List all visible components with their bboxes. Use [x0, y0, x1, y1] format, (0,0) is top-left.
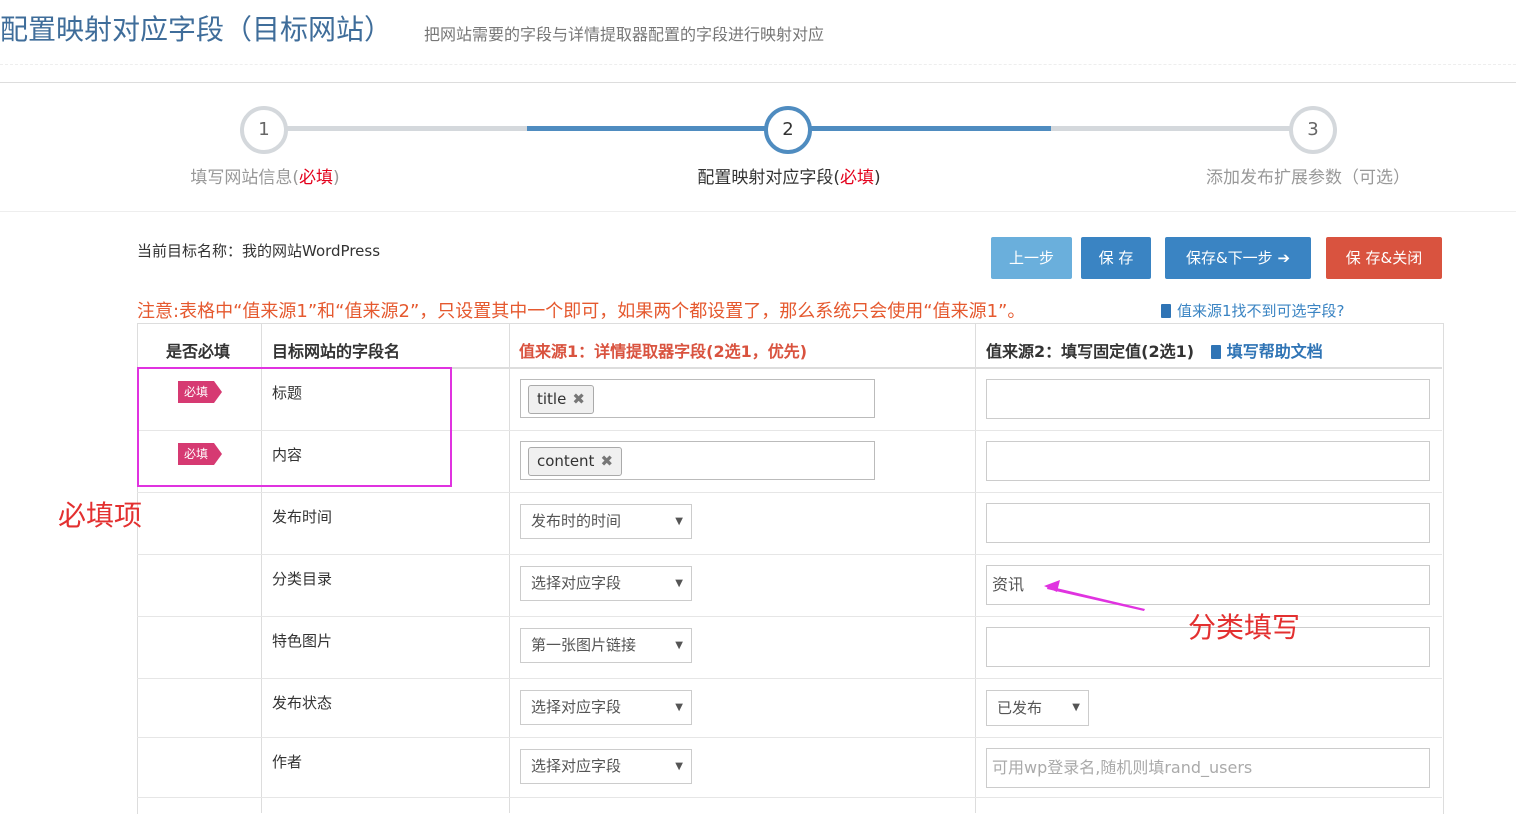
page-subtitle: 把网站需要的字段与详情提取器配置的字段进行映射对应 — [424, 25, 825, 44]
page-title: 配置映射对应字段（目标网站） — [0, 13, 393, 46]
source2-input[interactable] — [986, 441, 1430, 481]
field-name: 特色图片 — [272, 632, 333, 650]
annotation-arrow — [1044, 580, 1145, 611]
wizard-step-2[interactable]: 2 — [764, 106, 812, 154]
field-name: 分类目录 — [272, 570, 333, 588]
source1-select[interactable]: title ✖ — [520, 379, 875, 418]
header-source1: 值来源1：详情提取器字段(2选1，优先) — [519, 342, 808, 361]
help-link-source1[interactable]: 值来源1找不到可选字段? — [1161, 300, 1345, 321]
caret-down-icon: ▼ — [1072, 702, 1080, 713]
required-highlight-box — [137, 367, 452, 487]
caret-down-icon: ▼ — [675, 702, 683, 713]
col-divider — [975, 323, 976, 813]
divider — [0, 64, 1516, 65]
wizard-step-3[interactable]: 3 — [1289, 106, 1337, 154]
remove-icon[interactable]: ✖ — [572, 390, 585, 408]
help-doc-link[interactable]: 填写帮助文档 — [1227, 342, 1323, 361]
caret-down-icon: ▼ — [675, 516, 683, 527]
divider — [0, 211, 1516, 212]
field-chip[interactable]: title ✖ — [528, 385, 594, 414]
row-divider — [137, 492, 1442, 493]
notice-text: 注意:表格中“值来源1”和“值来源2”，只设置其中一个即可，如果两个都设置了，那… — [137, 301, 1026, 322]
divider — [0, 82, 1516, 83]
source1-dropdown[interactable]: 第一张图片链接 ▼ — [520, 628, 692, 663]
row-divider — [137, 554, 1442, 555]
wizard-line-done — [264, 126, 527, 131]
wizard-step-1[interactable]: 1 — [240, 106, 288, 154]
header-field-name: 目标网站的字段名 — [272, 342, 401, 361]
source2-input[interactable] — [986, 503, 1430, 543]
book-icon — [1210, 345, 1221, 359]
row-divider — [137, 737, 1442, 738]
wizard-step-1-label: 填写网站信息(必填) — [190, 168, 340, 188]
source2-input[interactable] — [986, 379, 1430, 419]
arrow-right-icon: ➔ — [1277, 249, 1291, 267]
annotation-category: 分类填写 — [1188, 611, 1301, 644]
remove-icon[interactable]: ✖ — [600, 452, 613, 470]
save-close-button[interactable]: 保 存&关闭 — [1326, 237, 1442, 279]
caret-down-icon: ▼ — [675, 578, 683, 589]
field-name: 发布时间 — [272, 508, 333, 526]
caret-down-icon: ▼ — [675, 640, 683, 651]
header-required: 是否必填 — [166, 342, 231, 361]
source1-dropdown[interactable]: 选择对应字段 ▼ — [520, 566, 692, 601]
caret-down-icon: ▼ — [675, 761, 683, 772]
book-icon — [1161, 304, 1171, 318]
row-divider — [137, 678, 1442, 679]
source1-dropdown[interactable]: 选择对应字段 ▼ — [520, 749, 692, 784]
wizard-step-2-label: 配置映射对应字段(必填) — [697, 168, 881, 188]
prev-button[interactable]: 上一步 — [991, 237, 1072, 279]
source1-dropdown[interactable]: 选择对应字段 ▼ — [520, 690, 692, 725]
col-divider — [509, 323, 510, 813]
source1-select[interactable]: content ✖ — [520, 441, 875, 480]
wizard-step-3-label: 添加发布扩展参数（可选） — [1206, 168, 1410, 188]
field-name: 作者 — [272, 753, 303, 771]
author-input[interactable]: 可用wp登录名,随机则填rand_users — [986, 748, 1430, 788]
source1-dropdown[interactable]: 发布时的时间 ▼ — [520, 504, 692, 539]
annotation-required: 必填项 — [58, 499, 143, 532]
row-divider — [137, 797, 1442, 798]
field-chip[interactable]: content ✖ — [528, 447, 623, 476]
field-name: 发布状态 — [272, 694, 333, 712]
save-next-button[interactable]: 保存&下一步 ➔ — [1165, 237, 1311, 279]
target-name: 当前目标名称：我的网站WordPress — [137, 242, 381, 260]
status-dropdown[interactable]: 已发布 ▼ — [986, 690, 1089, 726]
save-button[interactable]: 保 存 — [1081, 237, 1151, 279]
header-source2: 值来源2：填写固定值(2选1) 填写帮助文档 — [986, 342, 1323, 361]
wizard-line-pending — [1051, 126, 1313, 131]
